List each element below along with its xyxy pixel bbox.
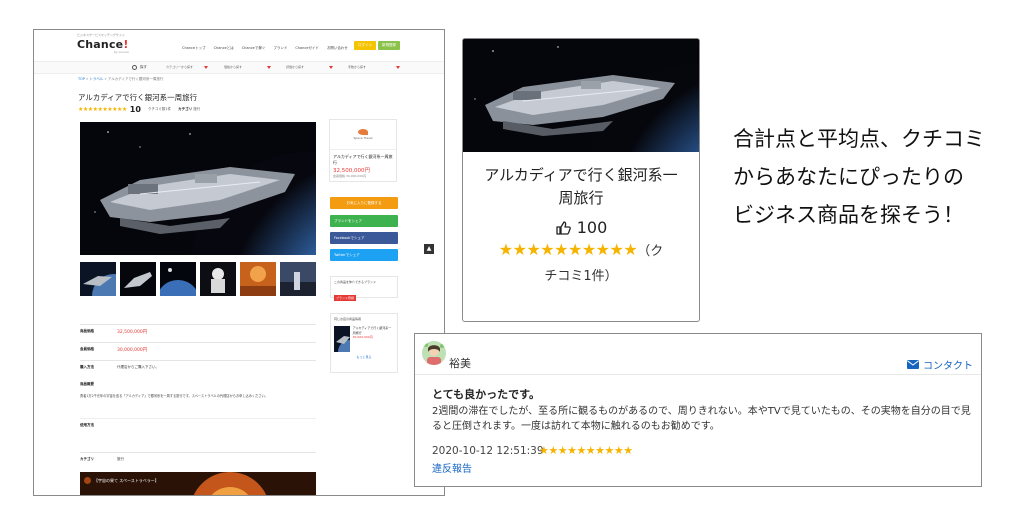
logo-tagline: ビジネスサービスマッチングサイト — [77, 33, 125, 37]
add-favorite-button[interactable]: お気に入りに登録する — [330, 197, 398, 209]
overview-text: 勇者1万2千光年の宇宙を巡る「アルカディア」で銀河系を一周する旅行です。スペース… — [80, 394, 268, 398]
info-purchase-row: 購入方法 代理店からご購入下さい。 — [80, 360, 316, 374]
related-item-title[interactable]: アルカディアで行く銀河系一周旅行 — [353, 326, 394, 335]
channel-avatar — [84, 477, 91, 484]
thumbnail[interactable] — [280, 262, 316, 296]
brand-box: この商品を仲介できるブランド ブランド登録 — [330, 276, 398, 301]
main-nav: Chanceトップ Chanceとは Chanceで稼ぐ ブランド Chance… — [182, 46, 348, 51]
search-bar: 探す カテゴリーから探す 価格から探す 評価から探す 手数から探す — [34, 62, 444, 74]
see-more-link[interactable]: もっと見る — [334, 355, 394, 359]
like-counter[interactable]: 100 — [463, 218, 699, 237]
product-card[interactable]: アルカディアで行く銀河系一周旅行 100 ★★★★★★★★★★（ク チコミ1件） — [462, 38, 700, 322]
info-member-row: 会員価格 30,000,000円 — [80, 342, 316, 356]
rating-score: 10 — [129, 105, 141, 114]
review-card: 裕美 コンタクト とても良かったです。 2週間の滞在でしたが、至る所に観るものが… — [414, 333, 982, 487]
search-label[interactable]: 探す — [140, 65, 147, 70]
card-stars: ★★★★★★★★★★ — [498, 240, 638, 259]
card-rating: ★★★★★★★★★★（ク — [463, 240, 699, 259]
line-share-button[interactable]: ブランドをシェア — [330, 215, 398, 227]
video-embed[interactable]: 【宇宙の果て スペーストラベラー】 — [80, 472, 316, 495]
thumbs-up-icon — [556, 220, 571, 235]
login-button[interactable]: ログイン — [354, 41, 376, 50]
twitter-share-button[interactable]: Twitterでシェア — [330, 249, 398, 261]
thumbnail[interactable] — [200, 262, 236, 296]
card-review-count: （ク — [637, 244, 664, 259]
thumbnail[interactable] — [80, 262, 116, 296]
review-body: 2週間の滞在でしたが、至る所に観るものがあるので、周りきれない。本やTVで見てい… — [432, 406, 971, 432]
thumbnail-strip — [80, 262, 316, 296]
register-button[interactable]: 新規登録 — [378, 41, 400, 50]
info-category-row: カテゴリ 旅行 — [80, 452, 316, 466]
nav-item-top[interactable]: Chanceトップ — [182, 46, 206, 51]
rating-stars: ★★★★★★★★★★ — [78, 106, 127, 113]
breadcrumb-current: アルカディアで行く銀河系一周旅行 — [107, 77, 164, 81]
hero-image — [80, 122, 316, 255]
facebook-share-button[interactable]: Facebookでシェア — [330, 232, 398, 244]
side-card-price: 32,500,000円 — [333, 168, 370, 175]
category-label: カテゴリ — [178, 107, 193, 111]
related-item-price: 30,000,000円 — [352, 335, 373, 339]
related-thumbnail[interactable] — [334, 326, 350, 352]
side-card-member-price: 会員価格 30,000,000円 — [333, 174, 367, 179]
breadcrumb-category[interactable]: トラベル — [89, 77, 103, 81]
thumbnail[interactable] — [120, 262, 156, 296]
scroll-to-top-button[interactable]: ▲ — [424, 244, 434, 254]
logo-sub: by Luxure — [114, 50, 129, 54]
contact-button[interactable]: コンタクト — [907, 357, 973, 372]
thumbnail[interactable] — [160, 262, 196, 296]
mail-icon — [907, 360, 919, 369]
overview-heading: 商品概要 — [80, 382, 94, 386]
filter-rating[interactable]: 評価から探す — [286, 65, 304, 69]
review-date: 2020-10-12 12:51:39 — [432, 445, 544, 457]
info-usage-row: 使用方法 — [80, 418, 316, 432]
nav-item-earn[interactable]: Chanceで稼ぐ — [242, 46, 266, 51]
breadcrumb: TOP » トラベル » アルカディアで行く銀河系一周旅行 — [78, 77, 164, 81]
tagline: 合計点と平均点、クチコミ からあなたにぴったりの ビジネス商品を探そう！ — [733, 120, 1023, 234]
brand-register-button[interactable]: ブランド登録 — [334, 295, 357, 301]
filter-category[interactable]: カテゴリーから探す — [166, 65, 193, 69]
nav-item-contact[interactable]: お問い合わせ — [327, 46, 348, 51]
product-page-screenshot: ビジネスサービスマッチングサイト Chance! by Luxure Chanc… — [33, 29, 445, 496]
nav-item-brand[interactable]: ブランド — [273, 46, 287, 51]
breadcrumb-top[interactable]: TOP — [78, 77, 85, 81]
rating-row: ★★★★★★★★★★ 10 クチコミ数1件 カテゴリ 旅行 — [78, 105, 200, 114]
product-card-title[interactable]: アルカディアで行く銀河系一周旅行 — [463, 152, 699, 210]
info-price-row: 商品価格 32,500,000円 — [80, 324, 316, 338]
tagline-line: 合計点と平均点、クチコミ — [733, 127, 985, 151]
review-headline: とても良かったです。 — [432, 388, 541, 401]
review-stars: ★★★★★★★★★★ — [539, 444, 633, 457]
site-header: ビジネスサービスマッチングサイト Chance! by Luxure Chanc… — [34, 30, 444, 62]
report-link[interactable]: 違反報告 — [432, 460, 472, 475]
related-products-box: 同じお店の商品情報 アルカディアで行く銀河系一周旅行 30,000,000円 も… — [330, 313, 398, 373]
nav-item-about[interactable]: Chanceとは — [214, 46, 234, 51]
search-icon[interactable] — [132, 65, 137, 70]
card-review-count-cont: チコミ1件） — [544, 269, 618, 284]
divider — [415, 374, 981, 375]
shop-logo[interactable]: Space Travel — [330, 120, 396, 150]
chevron-down-icon — [396, 66, 400, 69]
video-title: 【宇宙の果て スペーストラベラー】 — [94, 478, 159, 483]
thumbnail[interactable] — [240, 262, 276, 296]
avatar[interactable] — [422, 341, 446, 365]
nav-item-guide[interactable]: Chanceガイド — [295, 46, 319, 51]
filter-price[interactable]: 価格から探す — [224, 65, 242, 69]
page-title: アルカディアで行く銀河系一周旅行 — [78, 93, 198, 102]
tagline-line: からあなたにぴったりの — [733, 165, 964, 189]
chevron-down-icon — [204, 66, 208, 69]
side-card-title: アルカディアで行く銀河系一周旅行 — [333, 154, 393, 165]
reviewer-name[interactable]: 裕美 — [449, 355, 471, 371]
product-side-card: Space Travel アルカディアで行く銀河系一周旅行 32,500,000… — [329, 119, 397, 183]
review-count[interactable]: クチコミ数1件 — [148, 107, 171, 112]
category-value[interactable]: 旅行 — [193, 107, 200, 111]
like-count: 100 — [576, 218, 608, 237]
tagline-line: ビジネス商品を探そう！ — [733, 203, 964, 227]
chevron-down-icon — [267, 66, 271, 69]
filter-fee[interactable]: 手数から探す — [348, 65, 366, 69]
product-card-image — [463, 39, 699, 152]
rocket-icon — [358, 129, 368, 135]
chevron-down-icon — [329, 66, 333, 69]
